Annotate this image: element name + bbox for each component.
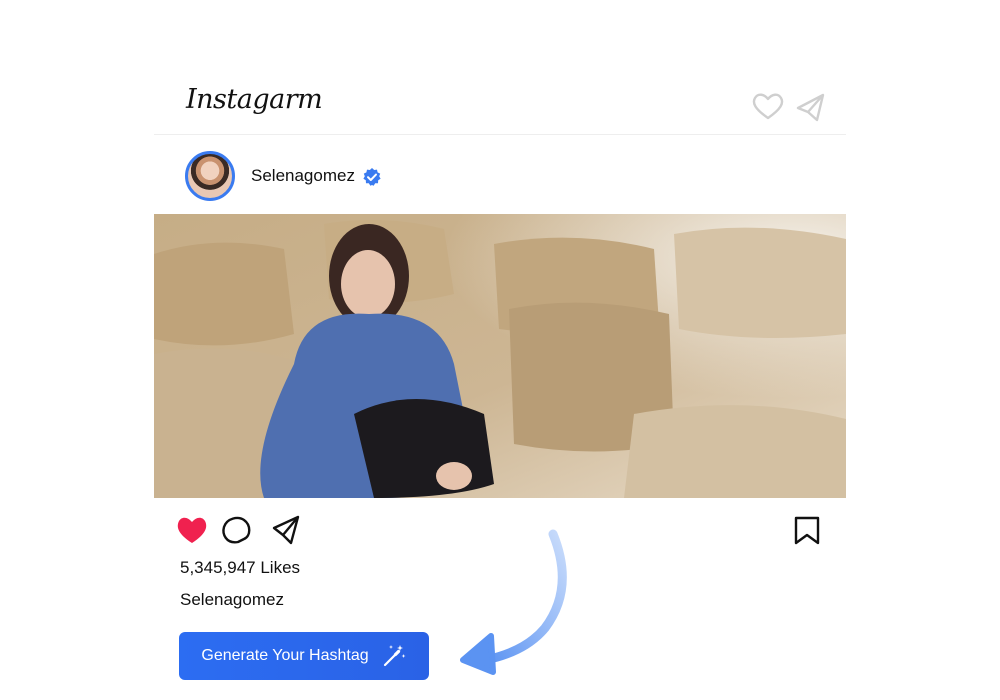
heart-outline-icon[interactable] [752,93,784,120]
share-icon[interactable] [272,515,300,545]
paper-plane-icon[interactable] [796,93,825,122]
generate-hashtag-label: Generate Your Hashtag [201,647,369,664]
verified-badge-icon [363,168,381,186]
post-photo [154,214,846,498]
bookmark-icon[interactable] [794,516,820,545]
caption-username[interactable]: Selenagomez [180,590,284,610]
avatar[interactable] [185,151,235,201]
heart-filled-icon[interactable] [177,517,207,543]
comment-icon[interactable] [222,516,251,544]
post-image[interactable] [154,214,846,498]
magic-wand-icon [383,645,406,667]
curved-arrow-icon [460,529,567,675]
post-username[interactable]: Selenagomez [251,166,355,186]
app-logo[interactable]: Instagarm [186,84,323,115]
header-icons [752,93,825,122]
header-divider [154,134,846,135]
generate-hashtag-button[interactable]: Generate Your Hashtag [179,632,429,680]
likes-count: 5,345,947 Likes [180,558,301,577]
